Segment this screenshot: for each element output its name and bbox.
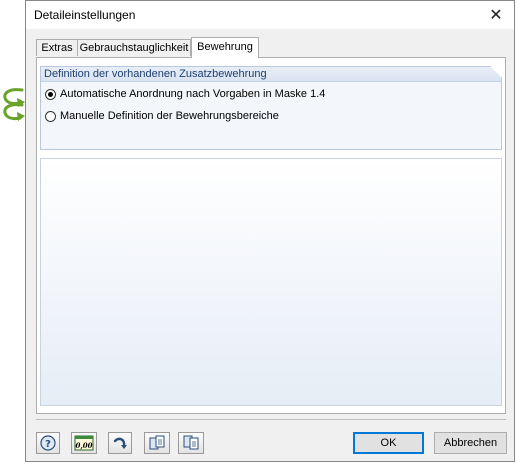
tab-label: Bewehrung [197, 41, 253, 53]
help-button[interactable]: ? [36, 432, 60, 454]
import-button[interactable] [178, 432, 204, 454]
tab-label: Gebrauchstauglichkeit [79, 42, 189, 54]
radio-automatische-anordnung[interactable]: Automatische Anordnung nach Vorgaben in … [45, 86, 325, 102]
tab-gebrauchstauglichkeit[interactable]: Gebrauchstauglichkeit [77, 39, 191, 56]
export-button[interactable] [144, 432, 170, 454]
tab-label: Extras [41, 42, 73, 54]
empty-panel-area [40, 158, 502, 406]
cancel-button[interactable]: Abbrechen [434, 432, 507, 454]
group-zusatzbewehrung: Definition der vorhandenen Zusatzbewehru… [40, 66, 502, 150]
radio-button-checked-icon[interactable] [45, 88, 56, 100]
title-bar: Detaileinstellungen ✕ [26, 1, 514, 29]
tab-extras[interactable]: Extras [36, 39, 78, 56]
tab-panel-bewehrung: Definition der vorhandenen Zusatzbewehru… [36, 57, 506, 414]
number-format-text: 0,00 [75, 441, 92, 450]
footer-separator [36, 419, 506, 420]
radio-manuelle-definition[interactable]: Manuelle Definition der Bewehrungsbereic… [45, 108, 279, 124]
radio-label: Manuelle Definition der Bewehrungsbereic… [60, 110, 279, 122]
group-corner [490, 66, 502, 78]
tab-bewehrung[interactable]: Bewehrung [191, 37, 259, 58]
number-format-icon: 0,00 [74, 435, 94, 451]
reset-button[interactable] [108, 432, 132, 454]
close-icon[interactable]: ✕ [484, 3, 508, 27]
paste-document-icon [183, 435, 199, 450]
dialog-window: Detaileinstellungen ✕ Extras Gebrauchsta… [25, 0, 515, 462]
curved-arrow-icon [113, 437, 127, 449]
radio-label: Automatische Anordnung nach Vorgaben in … [60, 88, 326, 100]
svg-text:?: ? [45, 439, 51, 450]
copy-document-icon [149, 435, 165, 450]
window-title: Detaileinstellungen [34, 8, 136, 22]
radio-button-icon[interactable] [45, 110, 56, 122]
number-format-button[interactable]: 0,00 [71, 432, 97, 454]
group-header: Definition der vorhandenen Zusatzbewehru… [41, 67, 501, 82]
annotation-arrow-icon [3, 103, 25, 121]
help-icon: ? [40, 435, 56, 451]
ok-button[interactable]: OK [353, 432, 424, 454]
